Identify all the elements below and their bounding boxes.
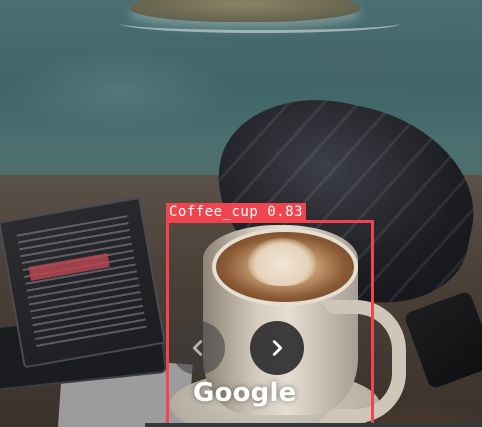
chevron-left-icon <box>192 340 203 356</box>
bottom-edge-bar <box>145 423 482 427</box>
chevron-right-icon <box>272 340 283 356</box>
image-viewer: Coffee_cup 0.83 Google <box>0 0 482 427</box>
google-logo-text: Google <box>193 378 297 408</box>
next-button[interactable] <box>250 321 304 375</box>
book-text-lines <box>16 215 148 350</box>
previous-button[interactable] <box>171 321 225 375</box>
book <box>0 196 166 369</box>
detection-label: Coffee_cup 0.83 <box>166 203 306 221</box>
